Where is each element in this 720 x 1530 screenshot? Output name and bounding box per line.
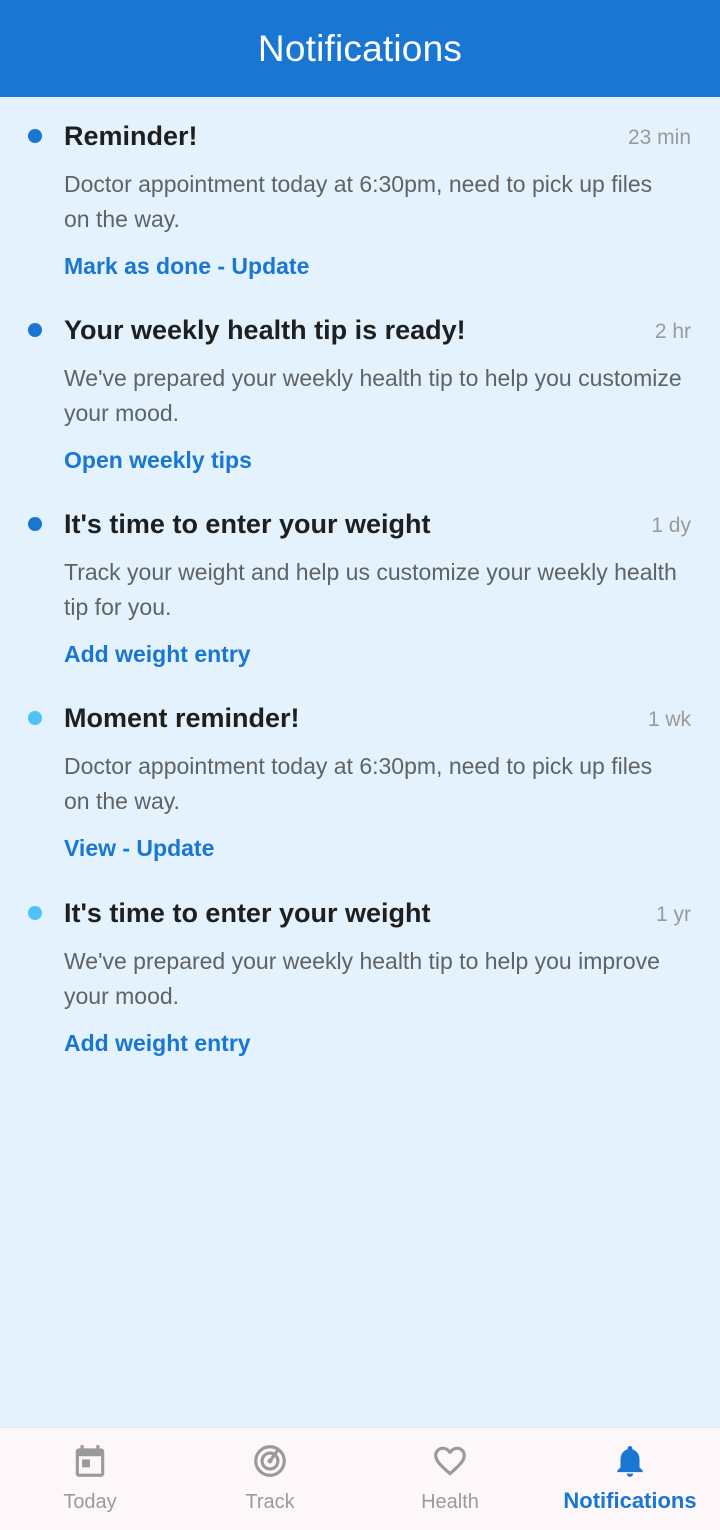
notification-action-link[interactable]: Mark as done - Update (64, 253, 309, 280)
nav-label: Notifications (563, 1488, 697, 1513)
notification-time: 1 dy (651, 514, 691, 537)
notification-body: Track your weight and help us customize … (64, 559, 677, 620)
notification-item[interactable]: Your weekly health tip is ready! 2 hr We… (0, 291, 720, 485)
notification-body: Doctor appointment today at 6:30pm, need… (64, 171, 653, 232)
notification-title: Reminder! (64, 121, 198, 151)
notification-title: It's time to enter your weight (64, 509, 431, 539)
nav-item-today[interactable]: Today (0, 1428, 180, 1530)
unread-dot (28, 323, 42, 337)
notification-action-link[interactable]: Add weight entry (64, 1030, 251, 1057)
notification-body: Doctor appointment today at 6:30pm, need… (64, 753, 653, 814)
notification-action-link[interactable]: View - Update (64, 835, 214, 862)
nav-item-track[interactable]: Track (180, 1428, 360, 1530)
read-dot (28, 906, 42, 920)
heart-icon (434, 1446, 466, 1476)
read-dot (28, 711, 42, 725)
notification-time: 2 hr (654, 320, 691, 343)
nav-label: Track (245, 1491, 295, 1513)
nav-item-notifications[interactable]: Notifications (540, 1428, 720, 1530)
unread-dot (28, 129, 42, 143)
notification-title: Your weekly health tip is ready! (64, 315, 466, 345)
bell-icon (617, 1445, 643, 1477)
notification-item[interactable]: It's time to enter your weight 1 yr We'v… (0, 874, 720, 1068)
notification-item[interactable]: Moment reminder! 1 wk Doctor appointment… (0, 679, 720, 873)
notification-item[interactable]: It's time to enter your weight 1 dy Trac… (0, 485, 720, 679)
page-title: Notifications (257, 27, 463, 69)
nav-label: Health (421, 1491, 479, 1513)
unread-dot (28, 517, 42, 531)
notification-time: 1 wk (647, 708, 691, 731)
app-bar: Notifications (0, 0, 720, 97)
notification-body: We've prepared your weekly health tip to… (64, 948, 660, 1009)
notification-time: 23 min (627, 126, 691, 149)
notification-title: It's time to enter your weight (64, 898, 431, 928)
bottom-navigation-bar: Today Track Health Notifications (0, 1427, 720, 1530)
nav-item-health[interactable]: Health (360, 1428, 540, 1530)
nav-label: Today (63, 1491, 117, 1513)
notification-title: Moment reminder! (64, 703, 300, 733)
notification-action-link[interactable]: Open weekly tips (64, 447, 252, 474)
notification-body: We've prepared your weekly health tip to… (64, 365, 682, 426)
notification-item[interactable]: Reminder! 23 min Doctor appointment toda… (0, 97, 720, 291)
target-icon (254, 1445, 286, 1477)
notification-time: 1 yr (655, 903, 691, 926)
calendar-icon (75, 1445, 105, 1477)
notification-action-link[interactable]: Add weight entry (64, 641, 251, 668)
